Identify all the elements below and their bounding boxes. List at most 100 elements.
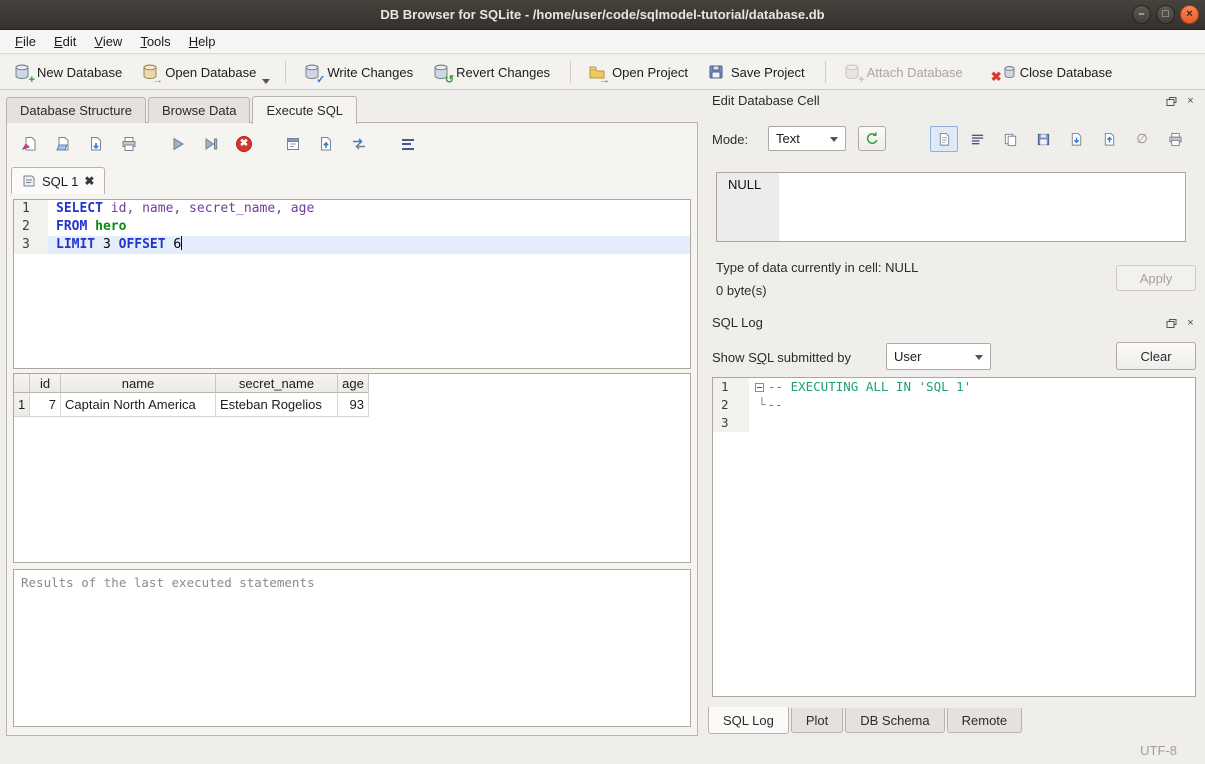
format-sql-button[interactable] bbox=[395, 131, 421, 157]
auto-refresh-cell-button[interactable] bbox=[858, 126, 886, 151]
save-cell-button[interactable] bbox=[1029, 126, 1057, 152]
open-sql-new-tab-button[interactable] bbox=[17, 131, 43, 157]
find-replace-icon bbox=[351, 136, 367, 152]
tab-browse-data[interactable]: Browse Data bbox=[148, 97, 250, 123]
mode-label: Mode: bbox=[712, 132, 748, 147]
cell-name[interactable]: Captain North America bbox=[61, 393, 216, 417]
close-database-icon: ✖ bbox=[996, 63, 1014, 81]
edit-cell-title: Edit Database Cell bbox=[712, 93, 820, 108]
find-replace-button[interactable] bbox=[346, 131, 372, 157]
open-database-dropdown-icon[interactable] bbox=[262, 79, 270, 84]
log-filter-combobox[interactable]: User bbox=[886, 343, 991, 370]
clear-log-button[interactable]: Clear bbox=[1116, 342, 1196, 370]
column-header-id[interactable]: id bbox=[30, 374, 61, 393]
save-project-icon bbox=[707, 63, 725, 81]
mode-combobox[interactable]: Text bbox=[768, 126, 846, 151]
menu-bar: File Edit View Tools Help bbox=[0, 30, 1205, 54]
sql-editor-tab-bar: SQL 1 ✖ bbox=[11, 167, 105, 194]
revert-changes-button[interactable]: ↺ Revert Changes bbox=[424, 59, 558, 85]
export-cell-data-button[interactable] bbox=[1095, 126, 1123, 152]
log-line: 3 bbox=[713, 414, 1195, 432]
tab-execute-sql[interactable]: Execute SQL bbox=[252, 96, 357, 124]
document-icon bbox=[937, 132, 952, 147]
text-view-button[interactable] bbox=[930, 126, 958, 152]
close-button[interactable]: × bbox=[1180, 5, 1199, 24]
close-panel-icon[interactable]: × bbox=[1183, 316, 1198, 331]
cell-age[interactable]: 93 bbox=[338, 393, 369, 417]
panel-splitter[interactable] bbox=[702, 92, 704, 736]
dock-tab-db-schema[interactable]: DB Schema bbox=[845, 708, 944, 733]
close-tab-icon[interactable]: ✖ bbox=[84, 174, 94, 188]
cell-type-info: Type of data currently in cell: NULL bbox=[716, 260, 918, 275]
open-database-button[interactable]: → Open Database bbox=[133, 59, 264, 85]
editor-line: 2 FROM hero bbox=[14, 218, 690, 236]
printer-icon bbox=[121, 136, 137, 152]
copy-icon bbox=[1003, 132, 1018, 147]
editor-line: 1 SELECT id, name, secret_name, age bbox=[14, 200, 690, 218]
menu-edit[interactable]: Edit bbox=[45, 30, 85, 53]
new-database-button[interactable]: + New Database bbox=[5, 59, 130, 85]
sql-editor-tab[interactable]: SQL 1 ✖ bbox=[11, 167, 105, 194]
open-sql-file-button[interactable] bbox=[50, 131, 76, 157]
execute-current-line-button[interactable] bbox=[198, 131, 224, 157]
external-editor-icon bbox=[285, 136, 301, 152]
write-changes-button[interactable]: ✓ Write Changes bbox=[295, 59, 421, 85]
execute-sql-panel: ✖ SQL 1 ✖ 1 SELECT id, name, secret_name… bbox=[6, 122, 698, 736]
script-icon bbox=[22, 174, 36, 188]
cell-value-text: NULL bbox=[717, 173, 779, 241]
cell-value-editor[interactable]: NULL bbox=[716, 172, 1186, 242]
log-line: 2 └-- bbox=[713, 396, 1195, 414]
apply-button: Apply bbox=[1116, 265, 1196, 291]
close-panel-icon[interactable]: × bbox=[1183, 94, 1198, 109]
menu-tools[interactable]: Tools bbox=[131, 30, 179, 53]
print-sql-button[interactable] bbox=[116, 131, 142, 157]
float-panel-icon[interactable] bbox=[1164, 316, 1179, 331]
save-project-button[interactable]: Save Project bbox=[699, 59, 813, 85]
stop-execution-button[interactable]: ✖ bbox=[231, 131, 257, 157]
sql-log-view[interactable]: 1 -- EXECUTING ALL IN 'SQL 1' 2 └-- 3 bbox=[712, 377, 1196, 697]
dock-tab-plot[interactable]: Plot bbox=[791, 708, 843, 733]
dock-tab-bar: SQL Log Plot DB Schema Remote bbox=[708, 708, 1024, 735]
execute-all-icon bbox=[170, 136, 186, 152]
window-title: DB Browser for SQLite - /home/user/code/… bbox=[380, 7, 824, 22]
set-null-button[interactable]: ∅ bbox=[1128, 126, 1156, 152]
write-changes-icon: ✓ bbox=[303, 63, 321, 81]
sql-editor-toolbar: ✖ bbox=[17, 131, 428, 157]
export-icon bbox=[1102, 132, 1117, 147]
revert-changes-icon: ↺ bbox=[432, 63, 450, 81]
editor-current-line: 3 LIMIT 3 OFFSET 6 bbox=[14, 236, 690, 254]
log-line-number: 2 bbox=[713, 396, 749, 414]
sql-code-editor[interactable]: 1 SELECT id, name, secret_name, age 2 FR… bbox=[13, 199, 691, 369]
menu-help[interactable]: Help bbox=[180, 30, 225, 53]
fold-marker-icon[interactable] bbox=[755, 383, 764, 392]
copy-cell-button[interactable] bbox=[996, 126, 1024, 152]
close-database-button[interactable]: ✖ Close Database bbox=[988, 59, 1121, 85]
tab-database-structure[interactable]: Database Structure bbox=[6, 97, 146, 123]
execute-all-button[interactable] bbox=[165, 131, 191, 157]
dock-tab-sql-log[interactable]: SQL Log bbox=[708, 707, 789, 734]
open-sql-in-editor-button[interactable] bbox=[280, 131, 306, 157]
attach-database-button: + Attach Database bbox=[835, 59, 971, 85]
dock-tab-remote[interactable]: Remote bbox=[947, 708, 1023, 733]
line-number: 2 bbox=[14, 218, 48, 236]
toolbar-separator bbox=[285, 61, 286, 83]
menu-view[interactable]: View bbox=[85, 30, 131, 53]
cell-secret-name[interactable]: Esteban Rogelios bbox=[216, 393, 338, 417]
column-header-age[interactable]: age bbox=[338, 374, 369, 393]
minimize-button[interactable]: – bbox=[1132, 5, 1151, 24]
import-cell-data-button[interactable] bbox=[1062, 126, 1090, 152]
word-wrap-button[interactable] bbox=[963, 126, 991, 152]
log-line-number: 1 bbox=[713, 378, 749, 396]
maximize-button[interactable]: □ bbox=[1156, 5, 1175, 24]
cell-id[interactable]: 7 bbox=[30, 393, 61, 417]
open-project-button[interactable]: → Open Project bbox=[580, 59, 696, 85]
edit-cell-dock-header: Edit Database Cell bbox=[712, 93, 820, 108]
menu-file[interactable]: File bbox=[6, 30, 45, 53]
float-panel-icon[interactable] bbox=[1164, 94, 1179, 109]
save-sql-file-button[interactable] bbox=[83, 131, 109, 157]
print-cell-button[interactable] bbox=[1161, 126, 1189, 152]
column-header-secret-name[interactable]: secret_name bbox=[216, 374, 338, 393]
column-header-name[interactable]: name bbox=[61, 374, 216, 393]
export-sql-button[interactable] bbox=[313, 131, 339, 157]
log-line-number: 3 bbox=[713, 414, 749, 432]
